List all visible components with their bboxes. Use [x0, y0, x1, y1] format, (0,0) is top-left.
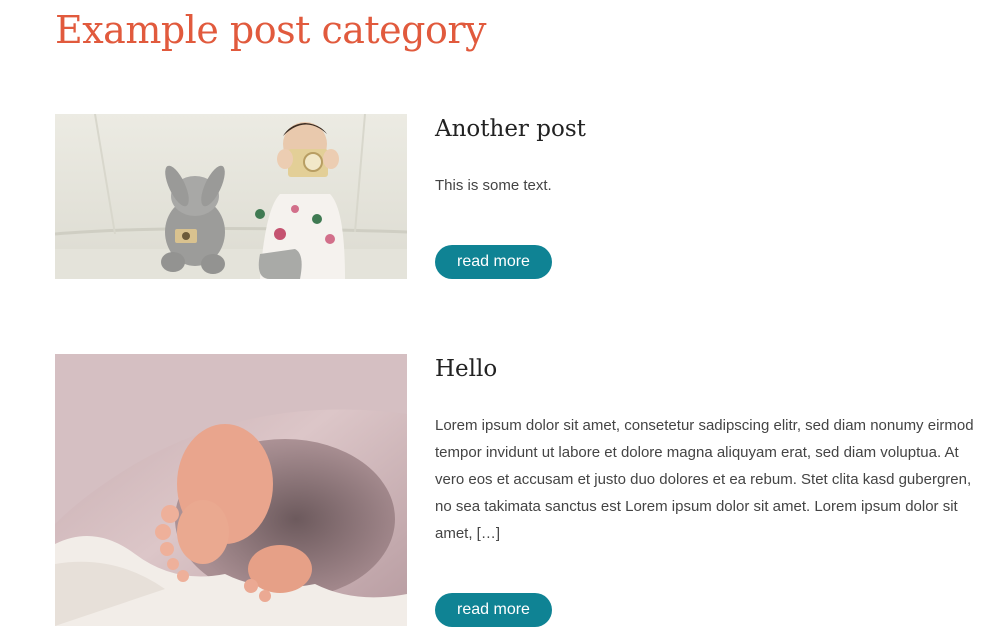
post-excerpt: Lorem ipsum dolor sit amet, consetetur s…	[435, 417, 974, 542]
post-item: Another post This is some text. read mor…	[55, 114, 980, 279]
thumbnail-image-child-camera	[55, 114, 407, 279]
post-thumbnail[interactable]	[55, 354, 407, 626]
post-title[interactable]: Another post	[435, 116, 586, 142]
post-item: Hello Lorem ipsum dolor sit amet, conset…	[55, 354, 980, 627]
post-excerpt: This is some text.	[435, 177, 552, 194]
thumbnail-image-baby-feet	[55, 354, 407, 626]
post-thumbnail[interactable]	[55, 114, 407, 279]
category-page: Example post category Another post This …	[0, 0, 1000, 633]
read-more-button[interactable]: read more	[435, 593, 552, 627]
post-title[interactable]: Hello	[435, 356, 497, 382]
read-more-button[interactable]: read more	[435, 245, 552, 279]
category-title: Example post category	[55, 8, 487, 52]
